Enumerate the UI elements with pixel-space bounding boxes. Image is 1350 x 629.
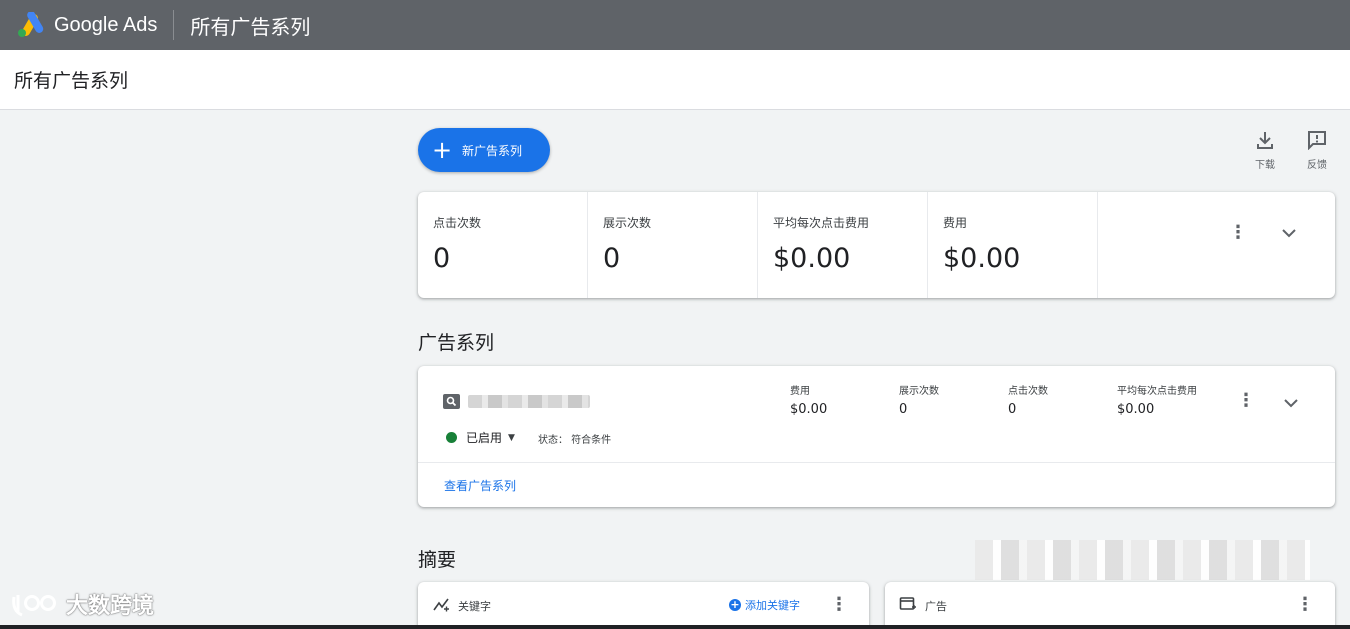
stat-value: $0.00 [790, 402, 828, 417]
metric-label: 展示次数 [603, 216, 652, 230]
more-vert-icon[interactable]: ⋮ [1228, 224, 1248, 242]
more-vert-icon[interactable]: ⋮ [1236, 392, 1256, 410]
metric-label: 费用 [943, 216, 968, 230]
campaign-stat-avg-cpc: 平均每次点击费用 $0.00 [1117, 382, 1197, 417]
subheader: 所有广告系列 [0, 50, 1350, 110]
card-divider [418, 462, 1335, 463]
status-enabled-dot [446, 432, 457, 443]
top-app-bar: Google Ads 所有广告系列 [0, 0, 1350, 50]
stat-label: 费用 [790, 386, 810, 397]
campaign-stat-cost: 费用 $0.00 [790, 382, 827, 417]
search-icon [443, 394, 460, 409]
chevron-down-icon[interactable] [1281, 224, 1297, 243]
feedback-icon [1297, 130, 1337, 152]
chevron-down-icon[interactable] [1283, 394, 1299, 413]
stat-value: 0 [1008, 402, 1017, 417]
metric-value: 0 [603, 243, 621, 274]
page-title: 所有广告系列 [190, 14, 311, 39]
subheader-title: 所有广告系列 [14, 70, 129, 92]
watermark-text: 大数跨境 [66, 594, 155, 619]
metric-value: $0.00 [943, 243, 1021, 274]
download-icon [1245, 130, 1285, 152]
redacted-area [975, 540, 1310, 580]
metric-value: $0.00 [773, 243, 851, 274]
add-circle-icon: + [729, 598, 741, 611]
download-label: 下载 [1255, 160, 1275, 171]
download-button[interactable]: 下载 [1245, 130, 1285, 171]
metrics-card: 点击次数 0 展示次数 0 平均每次点击费用 $0.00 费用 $0.00 ⋮ [418, 192, 1335, 298]
keywords-summary-card: 关键字 + 添加关键字 ⋮ [418, 582, 869, 629]
summary-section-title: 摘要 [418, 549, 457, 571]
metric-empty-slot: ⋮ [1098, 192, 1335, 298]
stat-value: $0.00 [1117, 402, 1155, 417]
new-campaign-label: 新广告系列 [462, 143, 523, 158]
status-value: 已启用 [466, 431, 503, 445]
view-campaigns-link[interactable]: 查看广告系列 [444, 477, 516, 494]
ads-summary-card: 广告 ⋮ [885, 582, 1335, 629]
campaign-name-redacted[interactable] [468, 395, 590, 408]
more-vert-icon[interactable]: ⋮ [829, 596, 849, 614]
status-detail: 状态： 符合条件 [538, 435, 612, 446]
stat-label: 平均每次点击费用 [1117, 386, 1197, 397]
caret-down-icon: ▼ [508, 432, 515, 443]
feedback-button[interactable]: 反馈 [1297, 130, 1337, 171]
watermark: 大数跨境 [10, 588, 154, 620]
bottom-edge [0, 625, 1350, 629]
watermark-logo-icon [12, 595, 56, 617]
plus-icon: + [432, 136, 453, 164]
ads-label: 广告 [925, 600, 947, 613]
more-vert-icon[interactable]: ⋮ [1295, 596, 1315, 614]
google-ads-logo-icon[interactable] [14, 11, 46, 39]
status-dropdown[interactable]: 已启用 ▼ [466, 429, 515, 446]
add-keywords-label: 添加关键字 [745, 599, 800, 612]
header-divider [173, 10, 175, 40]
metric-clicks[interactable]: 点击次数 0 [418, 192, 588, 298]
stat-label: 展示次数 [899, 386, 939, 397]
brand-name: Google Ads [54, 13, 158, 36]
metric-impressions[interactable]: 展示次数 0 [588, 192, 758, 298]
campaign-card: 已启用 ▼ 状态： 符合条件 费用 $0.00 展示次数 0 点击次数 0 平均… [418, 366, 1335, 507]
keywords-label: 关键字 [458, 600, 491, 613]
add-keywords-button[interactable]: + 添加关键字 [729, 597, 800, 613]
ad-icon [899, 596, 919, 614]
feedback-label: 反馈 [1307, 160, 1327, 171]
metric-avg-cpc[interactable]: 平均每次点击费用 $0.00 [758, 192, 928, 298]
metric-label: 平均每次点击费用 [773, 216, 870, 230]
metric-label: 点击次数 [433, 216, 482, 230]
metric-value: 0 [433, 243, 451, 274]
campaign-stat-impressions: 展示次数 0 [899, 382, 939, 417]
metric-cost[interactable]: 费用 $0.00 [928, 192, 1098, 298]
stat-value: 0 [899, 402, 908, 417]
stat-label: 点击次数 [1008, 386, 1048, 397]
campaign-stat-clicks: 点击次数 0 [1008, 382, 1048, 417]
new-campaign-button[interactable]: + 新广告系列 [418, 128, 550, 172]
keyword-icon [432, 596, 452, 614]
campaigns-section-title: 广告系列 [418, 332, 495, 354]
